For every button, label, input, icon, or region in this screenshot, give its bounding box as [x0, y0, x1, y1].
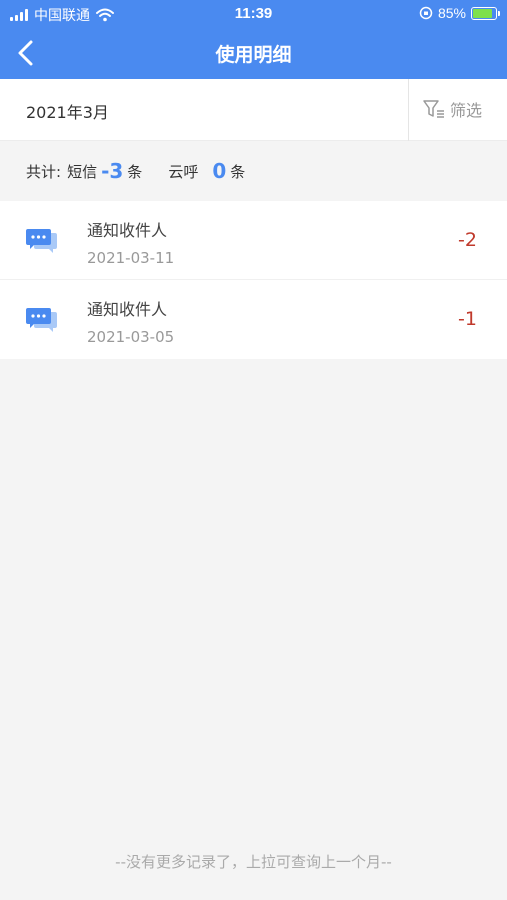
status-right: 85% — [419, 5, 500, 21]
orientation-lock-icon — [419, 6, 433, 20]
battery-icon — [471, 6, 500, 20]
filter-divider — [408, 79, 409, 141]
filter-button[interactable]: 筛选 — [422, 97, 482, 121]
summary-prefix: 共计: — [26, 162, 62, 181]
filter-label: 筛选 — [450, 101, 483, 120]
record-name: 通知收件人 — [87, 221, 168, 240]
status-bar: 中国联通 11:39 85% — [0, 0, 507, 28]
sms-unit: 条 — [127, 162, 143, 181]
record-date: 2021-03-05 — [87, 328, 175, 346]
sms-icon — [26, 229, 57, 253]
record-date: 2021-03-11 — [87, 249, 175, 267]
list-item[interactable]: 通知收件人 2021-03-05 -1 — [0, 280, 507, 359]
sms-label: 短信 — [67, 162, 98, 181]
record-name: 通知收件人 — [87, 300, 168, 319]
battery-fill — [473, 8, 492, 18]
call-unit: 条 — [230, 162, 246, 181]
navigation-bar: 使用明细 — [0, 28, 507, 79]
call-label: 云呼 — [168, 162, 199, 181]
record-amount: -2 — [458, 229, 477, 251]
filter-icon — [423, 100, 444, 118]
sms-count: -3 — [101, 159, 124, 183]
call-count: 0 — [212, 159, 227, 183]
month-selector[interactable]: 2021年3月 — [26, 99, 109, 123]
record-amount: -1 — [458, 308, 477, 330]
list-item[interactable]: 通知收件人 2021-03-11 -2 — [0, 201, 507, 280]
record-list: 通知收件人 2021-03-11 -2 通知收件人 2021-03-05 -1 — [0, 201, 507, 359]
page-title: 使用明细 — [215, 44, 292, 66]
no-more-records-note: --没有更多记录了，上拉可查询上一个月-- — [115, 853, 392, 871]
battery-percent: 85% — [437, 5, 466, 21]
usage-summary: 共计: 短信 -3 条 云呼 0 条 — [0, 141, 507, 201]
sms-icon — [26, 308, 57, 332]
filter-row: 2021年3月 筛选 — [0, 79, 507, 141]
